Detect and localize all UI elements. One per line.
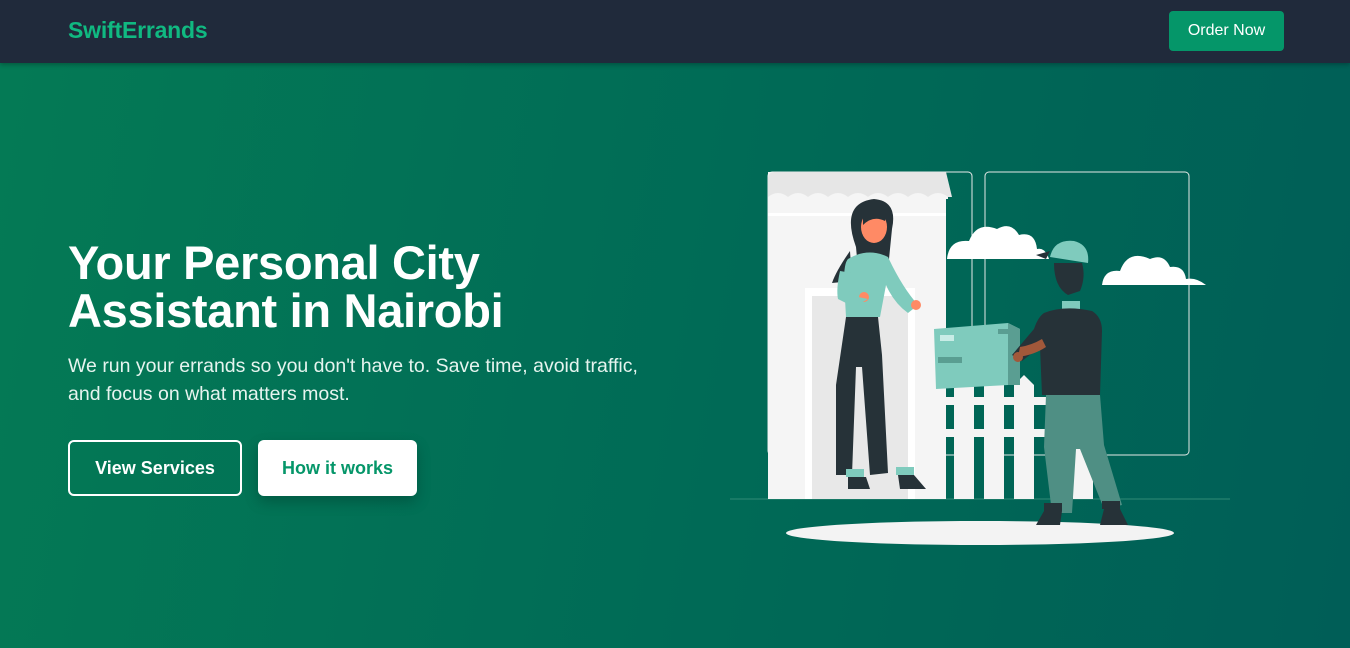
order-now-button[interactable]: Order Now	[1169, 11, 1284, 51]
hero-section: Your Personal City Assistant in Nairobi …	[0, 63, 1350, 648]
hero-subtitle: We run your errands so you don't have to…	[68, 355, 638, 405]
hero-title: Your Personal City Assistant in Nairobi	[68, 236, 504, 337]
view-services-button[interactable]: View Services	[68, 440, 242, 496]
how-it-works-button[interactable]: How it works	[258, 440, 417, 496]
top-navbar: SwiftErrands Order Now	[0, 0, 1350, 63]
brand-logo[interactable]: SwiftErrands	[68, 17, 208, 44]
package-box	[934, 323, 1020, 389]
delivery-illustration	[730, 171, 1230, 545]
